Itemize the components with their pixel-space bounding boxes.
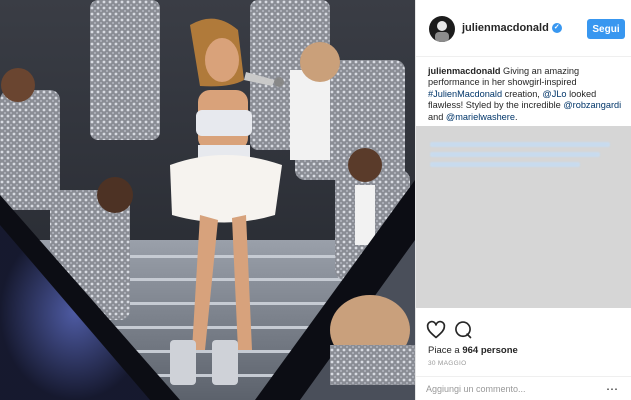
more-options-icon[interactable]: ⋯	[606, 383, 618, 395]
caption-text: .	[514, 111, 518, 122]
likes-number[interactable]: 964 persone	[462, 345, 517, 356]
caption-username[interactable]: julienmacdonald	[428, 66, 501, 76]
post-caption: julienmacdonald Giving an amazing perfor…	[428, 66, 622, 123]
comment-input[interactable]	[426, 382, 596, 396]
likes-count[interactable]: Piace a 964 persone	[428, 345, 518, 356]
post-date: 30 MAGGIO	[428, 360, 467, 367]
blurred-comments	[430, 140, 620, 183]
caption-text: and	[428, 111, 446, 122]
post-actions	[416, 312, 631, 346]
mention-link-jlo[interactable]: @JLo	[542, 89, 566, 99]
speech-bubble-icon[interactable]	[453, 320, 473, 340]
hashtag-link[interactable]: #JulienMacdonald	[428, 89, 502, 99]
verified-badge-icon: ✓	[551, 23, 562, 34]
post-side-panel: julienmacdonald ✓ Segui julienmacdonald G…	[415, 0, 631, 400]
caption-text: creation,	[502, 88, 543, 99]
follow-button[interactable]: Segui	[587, 19, 625, 39]
header-username[interactable]: julienmacdonald ✓	[462, 22, 562, 34]
mention-link-marielwashere[interactable]: @marielwashere	[446, 112, 515, 122]
post-header: julienmacdonald ✓ Segui	[416, 0, 631, 57]
comment-bar: ⋯	[416, 376, 631, 400]
likes-prefix: Piace a	[428, 345, 463, 356]
mention-link-robzangardi[interactable]: @robzangardi	[563, 100, 621, 110]
performance-photo	[0, 0, 415, 400]
username-text[interactable]: julienmacdonald	[462, 22, 549, 34]
heart-icon[interactable]	[426, 320, 446, 340]
avatar[interactable]	[429, 16, 455, 42]
post-photo[interactable]	[0, 0, 415, 400]
